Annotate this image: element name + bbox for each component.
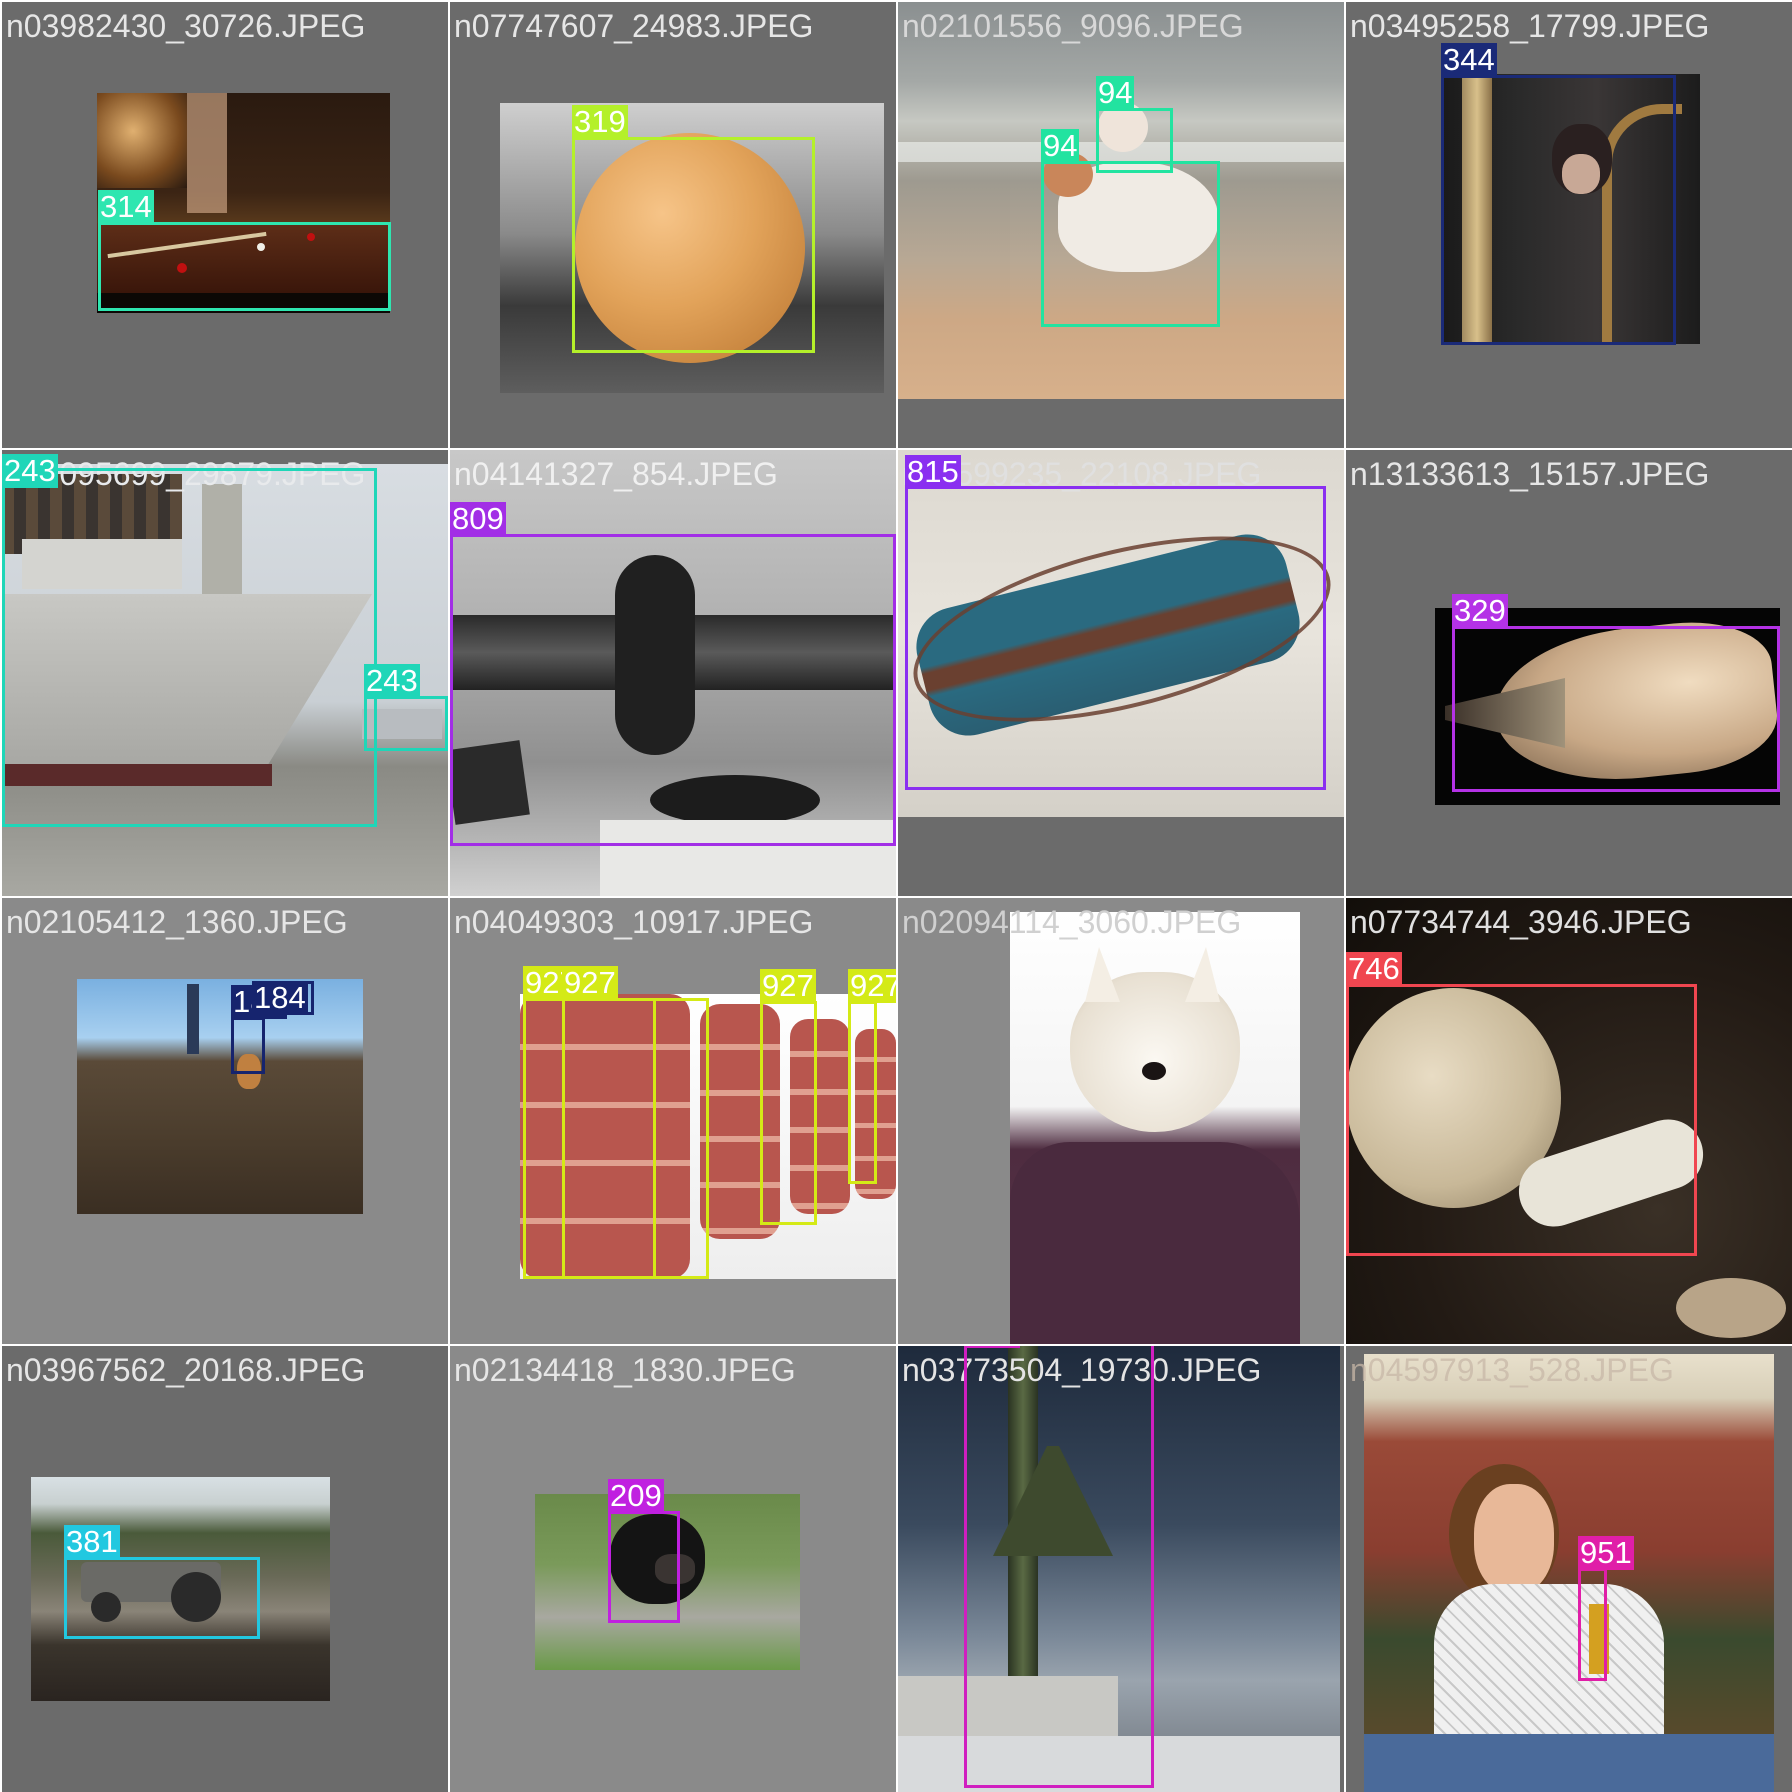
tile-missile: n03773504_19730.JPEG 251 [898, 1346, 1344, 1792]
tile-filename: n03967562_20168.JPEG [6, 1352, 366, 1388]
box-label: 746 [1346, 951, 1402, 986]
tile-filename: n13133613_15157.JPEG [1350, 456, 1710, 492]
detection-box: 927 [562, 966, 709, 1279]
box-label: 815 [905, 454, 961, 489]
detection-box: 243 [2, 454, 377, 827]
box-label: 94 [1041, 128, 1080, 163]
tile-filename: n02134418_1830.JPEG [454, 1352, 796, 1388]
tile-filename: n04141327_854.JPEG [454, 456, 778, 492]
box-label: 251 [964, 1346, 1020, 1348]
box-label: 951 [1578, 1535, 1634, 1570]
box-label: 329 [1452, 593, 1508, 628]
tile-filename: n07734744_3946.JPEG [1350, 904, 1692, 940]
tile-tractor: n03967562_20168.JPEG 381 [2, 1346, 448, 1792]
tile-beach-dog: n02101556_9096.JPEG 94 94 [898, 2, 1344, 448]
tile-filename: n04049303_10917.JPEG [454, 904, 814, 940]
detection-box: 927 [848, 969, 896, 1184]
box-label: 319 [572, 104, 628, 139]
tile-filename: n02101556_9096.JPEG [902, 8, 1244, 44]
tile-corn: n13133613_15157.JPEG 329 [1346, 450, 1792, 896]
tile-iron: n04141327_854.JPEG 809 [450, 450, 896, 896]
tile-knitted-pouch: n03599235_22108.JPEG 815 [898, 450, 1344, 896]
box-label: 243 [2, 453, 58, 488]
box-label: 381 [64, 1524, 120, 1559]
tile-filename: n03982430_30726.JPEG [6, 8, 366, 44]
detection-box: 184 [231, 985, 287, 1074]
tile-filename: n03495258_17799.JPEG [1350, 8, 1710, 44]
box-label: 927 [760, 968, 816, 1003]
tile-filename: n02105412_1360.JPEG [6, 904, 348, 940]
detection-box: 251 [964, 1346, 1154, 1788]
tile-harp: n03495258_17799.JPEG 344 [1346, 2, 1792, 448]
tile-orange: n07747607_24983.JPEG 319 [450, 2, 896, 448]
photo-hill-dog [77, 979, 363, 1214]
box-label: 209 [608, 1478, 664, 1513]
detection-box: 746 [1346, 952, 1697, 1256]
box-label: 809 [450, 501, 506, 536]
box-label: 94 [1096, 75, 1135, 110]
photo-cafe-man [1364, 1354, 1774, 1792]
tile-barrels: n04049303_10917.JPEG 927 927 927 927 [450, 898, 896, 1344]
box-label: 927 [848, 969, 896, 1003]
detection-box: 209 [608, 1479, 680, 1623]
detection-box: 94 [1096, 76, 1173, 173]
detection-mosaic: n03982430_30726.JPEG 314 n07747607_24983… [0, 0, 1792, 1792]
box-label: 344 [1441, 42, 1497, 77]
detection-box: 314 [98, 190, 391, 311]
detection-box: 927 [760, 969, 817, 1225]
box-label: 927 [562, 965, 618, 1000]
tile-hill-dog: n02105412_1360.JPEG 184 184 [2, 898, 448, 1344]
tile-filename: n02094114_3060.JPEG [902, 904, 1242, 940]
tile-cafe-man: n04597913_528.JPEG 951 [1346, 1346, 1792, 1792]
tile-bear: n02134418_1830.JPEG 209 [450, 1346, 896, 1792]
detection-box: 381 [64, 1525, 260, 1639]
box-label: 243 [364, 663, 420, 698]
tile-westie: n02094114_3060.JPEG [898, 898, 1344, 1344]
box-label: 184 [252, 980, 308, 1015]
tile-ship: n03095699_29879.JPEG 243 243 [2, 450, 448, 896]
detection-box: 344 [1441, 43, 1676, 345]
detection-box: 809 [450, 502, 896, 846]
tile-pool-table: n03982430_30726.JPEG 314 [2, 2, 448, 448]
detection-box: 94 [1041, 129, 1220, 327]
detection-box: 329 [1452, 594, 1780, 792]
photo-westie [1010, 912, 1300, 1344]
detection-box: 815 [905, 455, 1326, 790]
tile-mushroom: n07734744_3946.JPEG 746 [1346, 898, 1792, 1344]
tile-filename: n07747607_24983.JPEG [454, 8, 814, 44]
detection-box: 319 [572, 105, 815, 353]
box-label: 314 [98, 189, 154, 224]
detection-box: 184 [252, 981, 314, 1015]
detection-box: 243 [364, 664, 448, 751]
detection-box: 951 [1578, 1536, 1634, 1681]
tile-filename: n04597913_528.JPEG [1350, 1352, 1674, 1388]
